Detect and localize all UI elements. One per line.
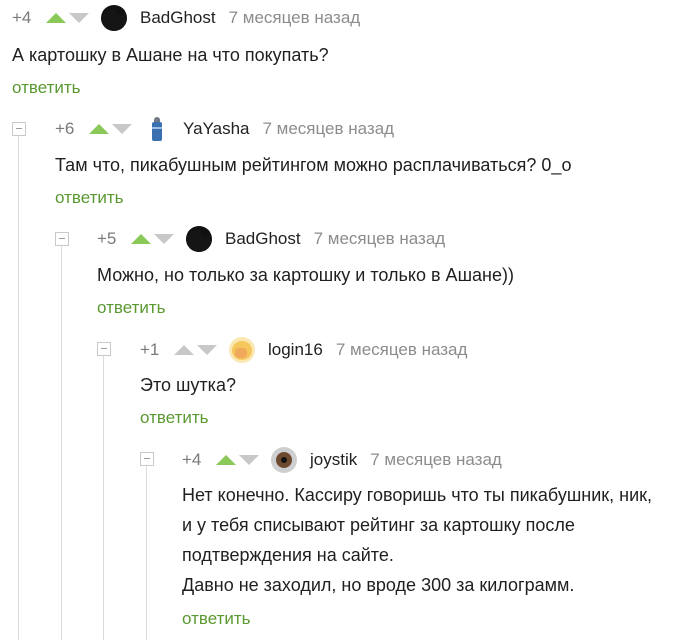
username[interactable]: joystik [310,450,357,470]
vote-down-icon[interactable] [239,455,259,465]
comment-header: +6 YaYasha 7 месяцев назад [55,112,394,146]
rating: +1 [140,340,160,359]
avatar[interactable] [229,337,255,363]
reply-link[interactable]: ответить [12,78,81,98]
vote-up-icon[interactable] [131,234,151,244]
comment-header: +1 login16 7 месяцев назад [140,333,467,367]
collapse-icon[interactable] [55,232,69,246]
comment-header: +4 BadGhost 7 месяцев назад [12,1,360,35]
vote-down-icon[interactable] [69,13,89,23]
rating: +4 [182,450,202,469]
comment-text: Можно, но только за картошку и только в … [97,265,514,285]
reply-link[interactable]: ответить [140,408,209,428]
timestamp: 7 месяцев назад [262,119,395,138]
thread-line [146,466,147,640]
comment-text: Это шутка? [140,375,236,395]
collapse-icon[interactable] [97,342,111,356]
vote-down-icon[interactable] [197,345,217,355]
comment-text: Нет конечно. Кассиру говоришь что ты пик… [182,485,653,595]
vote-up-icon[interactable] [216,455,236,465]
timestamp: 7 месяцев назад [228,8,361,27]
reply-link[interactable]: ответить [55,188,124,208]
avatar[interactable] [186,226,212,252]
timestamp: 7 месяцев назад [335,340,468,359]
comment-header: +5 BadGhost 7 месяцев назад [97,222,445,256]
rating: +5 [97,229,117,248]
vote-up-icon[interactable] [46,13,66,23]
collapse-icon[interactable] [12,122,26,136]
avatar[interactable] [144,116,170,142]
username[interactable]: BadGhost [225,229,301,249]
vote-down-icon[interactable] [112,124,132,134]
comments-thread: +4 BadGhost 7 месяцев назад А картошку в… [0,0,700,640]
timestamp: 7 месяцев назад [313,229,446,248]
timestamp: 7 месяцев назад [370,450,502,469]
username[interactable]: YaYasha [183,119,249,139]
thread-line [18,134,19,640]
rating: +6 [55,119,75,138]
comment-text: А картошку в Ашане на что покупать? [12,45,329,65]
username[interactable]: login16 [268,340,323,360]
collapse-icon[interactable] [140,452,154,466]
vote-down-icon[interactable] [154,234,174,244]
username[interactable]: BadGhost [140,8,216,28]
vote-up-icon[interactable] [174,345,194,355]
thread-line [103,356,104,640]
reply-link[interactable]: ответить [97,298,166,318]
avatar[interactable] [271,447,297,473]
thread-line [61,245,62,640]
comment-text: Там что, пикабушным рейтингом можно расп… [55,155,572,175]
vote-up-icon[interactable] [89,124,109,134]
avatar[interactable] [101,5,127,31]
reply-link[interactable]: ответить [182,609,251,629]
comment-header: +4 joystik 7 месяцев назад [182,443,502,477]
rating: +4 [12,8,32,27]
